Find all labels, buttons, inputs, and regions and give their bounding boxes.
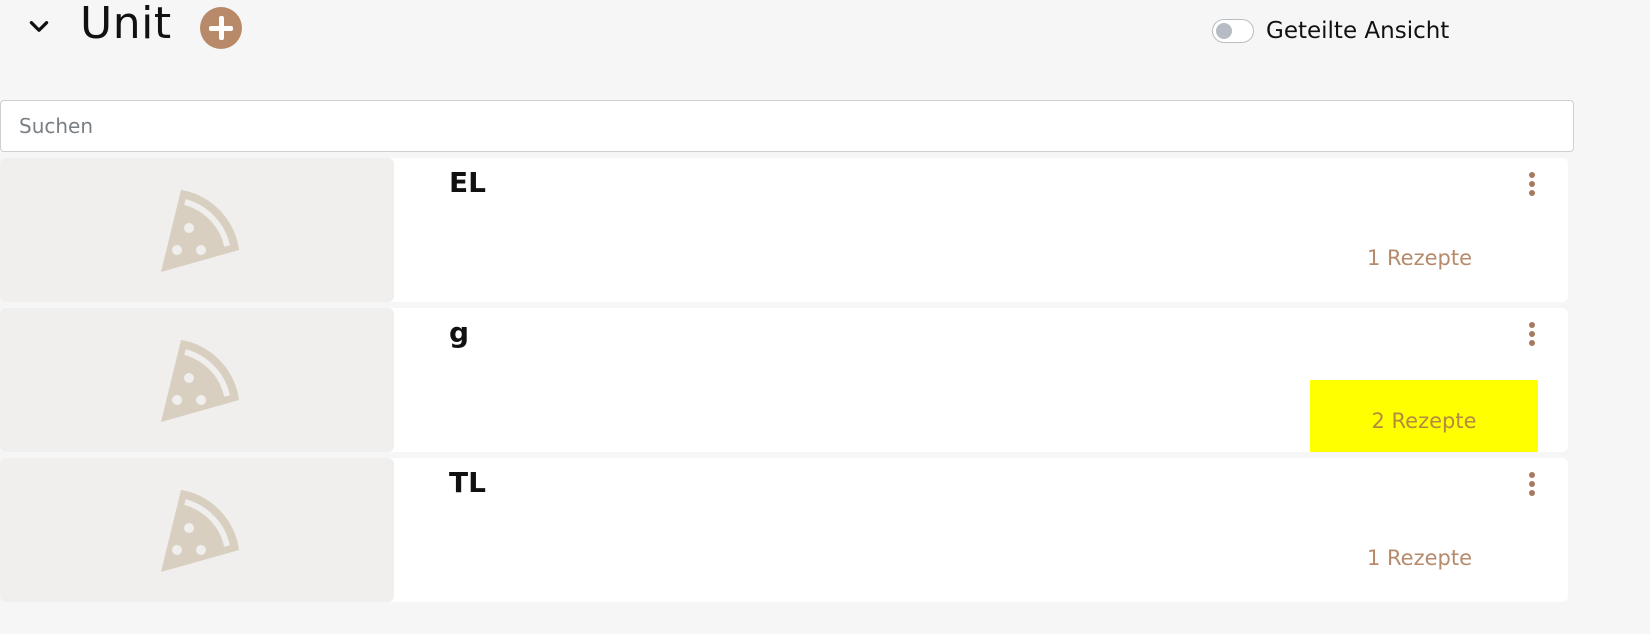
pizza-icon	[161, 190, 239, 272]
item-name: TL	[449, 466, 486, 499]
item-thumbnail	[0, 308, 394, 452]
add-unit-button[interactable]	[200, 7, 242, 49]
toggle-knob	[1216, 23, 1232, 39]
list-item[interactable]: EL 1 Rezepte	[0, 158, 1568, 302]
more-vertical-icon[interactable]	[1520, 172, 1544, 202]
unit-list: EL 1 Rezepte g 2 Rezepte TL 1 Rezepte	[0, 158, 1570, 608]
item-thumbnail	[0, 158, 394, 302]
split-view-toggle[interactable]	[1212, 19, 1254, 43]
page-header: Unit Geteilte Ansicht	[0, 0, 1650, 80]
search-input[interactable]	[0, 100, 1574, 152]
pizza-icon	[161, 490, 239, 572]
split-view-label: Geteilte Ansicht	[1266, 18, 1450, 44]
recipe-count-link[interactable]: 2 Rezepte	[1310, 380, 1538, 452]
chevron-down-icon[interactable]	[26, 14, 52, 40]
split-view-toggle-group: Geteilte Ansicht	[1212, 18, 1449, 44]
recipe-count-link[interactable]: 1 Rezepte	[1367, 246, 1472, 270]
item-name: EL	[449, 166, 486, 199]
more-vertical-icon[interactable]	[1520, 322, 1544, 352]
item-name: g	[449, 316, 470, 349]
list-item[interactable]: g 2 Rezepte	[0, 308, 1568, 452]
item-thumbnail	[0, 458, 394, 602]
page-title: Unit	[80, 0, 172, 49]
pizza-icon	[161, 340, 239, 422]
recipe-count-link[interactable]: 1 Rezepte	[1367, 546, 1472, 570]
more-vertical-icon[interactable]	[1520, 472, 1544, 502]
list-item[interactable]: TL 1 Rezepte	[0, 458, 1568, 602]
